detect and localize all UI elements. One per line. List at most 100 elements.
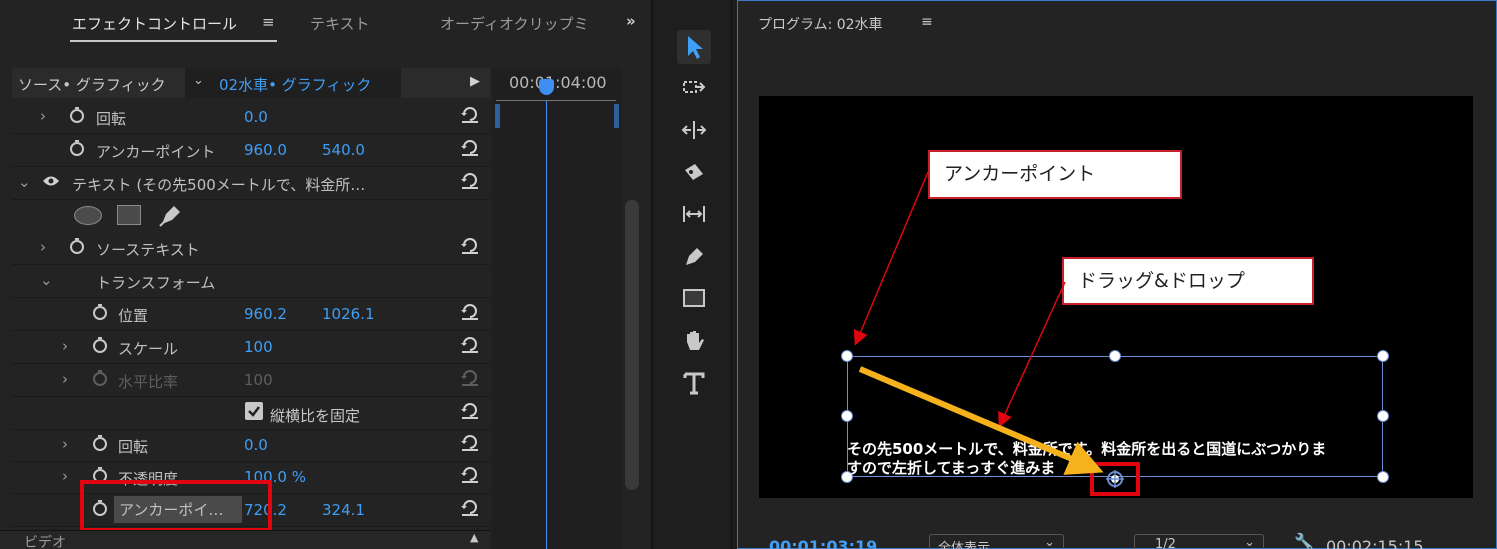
property-row-text-layer: ⌄ テキスト (その先500メートルで、料金所… <box>12 167 490 200</box>
property-label: ソーステキスト <box>96 241 200 259</box>
more-tabs-icon[interactable]: » <box>626 12 636 30</box>
property-label: 位置 <box>118 307 149 325</box>
ellipse-mask-icon[interactable] <box>74 206 102 225</box>
expand-chevron-icon[interactable]: › <box>40 107 46 125</box>
reset-icon[interactable] <box>460 106 480 124</box>
pen-tool-icon[interactable] <box>677 240 711 274</box>
property-row-rotation: › 回転 0.0 <box>12 101 490 134</box>
eye-icon[interactable] <box>42 175 59 193</box>
duration-timecode: 00:02:15:15 <box>1326 537 1424 549</box>
property-value-x[interactable]: 960.0 <box>244 141 287 159</box>
stopwatch-icon[interactable] <box>69 139 85 157</box>
selection-tool-icon[interactable] <box>677 30 711 64</box>
tab-audio-clip-mixer[interactable]: オーディオクリップミ <box>440 13 590 34</box>
property-label: アンカーポイント <box>96 143 216 161</box>
playhead-handle[interactable] <box>539 79 554 95</box>
razor-tool-icon[interactable] <box>677 156 711 190</box>
reset-icon[interactable] <box>460 434 480 452</box>
anchor-point-icon[interactable] <box>1105 469 1125 489</box>
video-section-label: ビデオ <box>24 535 66 549</box>
program-monitor-title[interactable]: プログラム: 02水車 <box>758 14 883 34</box>
highlight-box <box>80 480 272 532</box>
reset-icon[interactable] <box>460 237 480 255</box>
playback-resolution-dropdown[interactable]: 1/2 ⌄ <box>1134 534 1264 549</box>
uniform-scale-checkbox[interactable] <box>245 402 263 420</box>
property-row-transform: ⌄ トランスフォーム <box>12 265 490 298</box>
resolution-value: 1/2 <box>1155 537 1176 549</box>
transform-handle[interactable] <box>841 410 853 422</box>
transform-handle[interactable] <box>841 350 853 362</box>
transform-handle[interactable] <box>1377 350 1389 362</box>
expand-chevron-icon[interactable]: › <box>40 238 46 256</box>
expand-chevron-icon[interactable]: › <box>62 337 68 355</box>
tab-text[interactable]: テキスト <box>310 13 370 34</box>
type-tool-icon[interactable] <box>677 366 711 400</box>
stopwatch-icon[interactable] <box>69 237 85 255</box>
clip-selector[interactable]: ⌄ 02水車• グラフィック <box>185 68 401 98</box>
wrench-settings-icon[interactable]: 🔧 <box>1294 532 1314 549</box>
playhead-line[interactable] <box>546 101 547 549</box>
property-value[interactable]: 100 <box>244 338 273 356</box>
property-label: 水平比率 <box>118 373 179 391</box>
source-label: ソース• グラフィック <box>18 76 166 94</box>
stopwatch-icon[interactable] <box>92 434 108 452</box>
clip-out-marker <box>614 104 619 128</box>
reset-icon[interactable] <box>460 402 480 420</box>
expand-chevron-icon: › <box>62 370 68 388</box>
vertical-scrollbar[interactable] <box>625 200 639 490</box>
stopwatch-icon[interactable] <box>92 336 108 354</box>
property-row-anchor-point: アンカーポイント 960.0 540.0 <box>12 134 490 167</box>
panel-menu-icon[interactable]: ≡ <box>262 13 275 31</box>
stopwatch-icon[interactable] <box>92 303 108 321</box>
hand-tool-icon[interactable] <box>677 324 711 358</box>
chevron-down-icon: ⌄ <box>193 73 204 88</box>
reset-icon[interactable] <box>460 172 480 190</box>
reset-icon[interactable] <box>460 303 480 321</box>
reset-icon[interactable] <box>460 336 480 354</box>
track-select-tool-icon[interactable] <box>677 72 711 106</box>
property-label: スケール <box>118 340 179 358</box>
zoom-level-value: 全体表示 <box>938 541 991 549</box>
property-label: トランスフォーム <box>96 274 216 292</box>
collapse-chevron-icon[interactable]: ⌄ <box>40 271 53 289</box>
property-label: 回転 <box>96 110 127 128</box>
reset-icon[interactable] <box>460 499 480 517</box>
transform-handle[interactable] <box>1109 350 1121 362</box>
zoom-level-dropdown[interactable]: 全体表示 ⌄ <box>929 534 1064 549</box>
collapse-chevron-icon[interactable]: ⌄ <box>18 173 31 191</box>
video-section-header[interactable]: ビデオ ▲ <box>0 530 490 549</box>
clip-in-marker <box>495 104 500 128</box>
property-value[interactable]: 0.0 <box>244 108 268 126</box>
play-triangle-icon[interactable]: ▶ <box>470 74 480 89</box>
source-clip-row: ソース• グラフィック ⌄ 02水車• グラフィック <box>12 68 490 98</box>
effect-timeline[interactable]: 00:01:04:00 <box>492 68 622 549</box>
caption-line: その先500メートルで、料金所です。料金所を出ると国道にぶつかりま <box>847 440 1327 458</box>
property-value[interactable]: 0.0 <box>244 436 268 454</box>
property-row-scale: › スケール 100 <box>12 331 490 364</box>
rectangle-tool-icon[interactable] <box>677 282 711 316</box>
stopwatch-icon[interactable] <box>69 106 85 124</box>
collapse-up-icon[interactable]: ▲ <box>470 531 478 544</box>
slip-tool-icon[interactable] <box>677 198 711 232</box>
reset-icon[interactable] <box>460 139 480 157</box>
rectangle-mask-icon[interactable] <box>117 205 141 225</box>
property-value-y[interactable]: 1026.1 <box>322 305 375 323</box>
chevron-down-icon: ⌄ <box>1244 535 1255 549</box>
tab-effect-controls[interactable]: エフェクトコントロール <box>72 13 237 34</box>
reset-icon[interactable] <box>460 466 480 484</box>
callout-anchor-point: アンカーポイント <box>928 150 1182 199</box>
expand-chevron-icon[interactable]: › <box>62 467 68 485</box>
property-row-position: 位置 960.2 1026.1 <box>12 298 490 331</box>
property-value-x[interactable]: 960.2 <box>244 305 287 323</box>
property-row-source-text: › ソーステキスト <box>12 232 490 265</box>
expand-chevron-icon[interactable]: › <box>62 435 68 453</box>
pen-mask-icon[interactable] <box>158 202 184 228</box>
transform-handle[interactable] <box>1377 410 1389 422</box>
property-value-y[interactable]: 540.0 <box>322 141 365 159</box>
timeline-ruler[interactable] <box>496 95 616 101</box>
current-timecode[interactable]: 00:01:03:19 <box>769 537 877 549</box>
panel-menu-icon[interactable]: ≡ <box>921 14 933 30</box>
ripple-edit-tool-icon[interactable] <box>677 114 711 148</box>
property-value-y[interactable]: 324.1 <box>322 501 365 519</box>
chevron-down-icon: ⌄ <box>1044 535 1055 549</box>
